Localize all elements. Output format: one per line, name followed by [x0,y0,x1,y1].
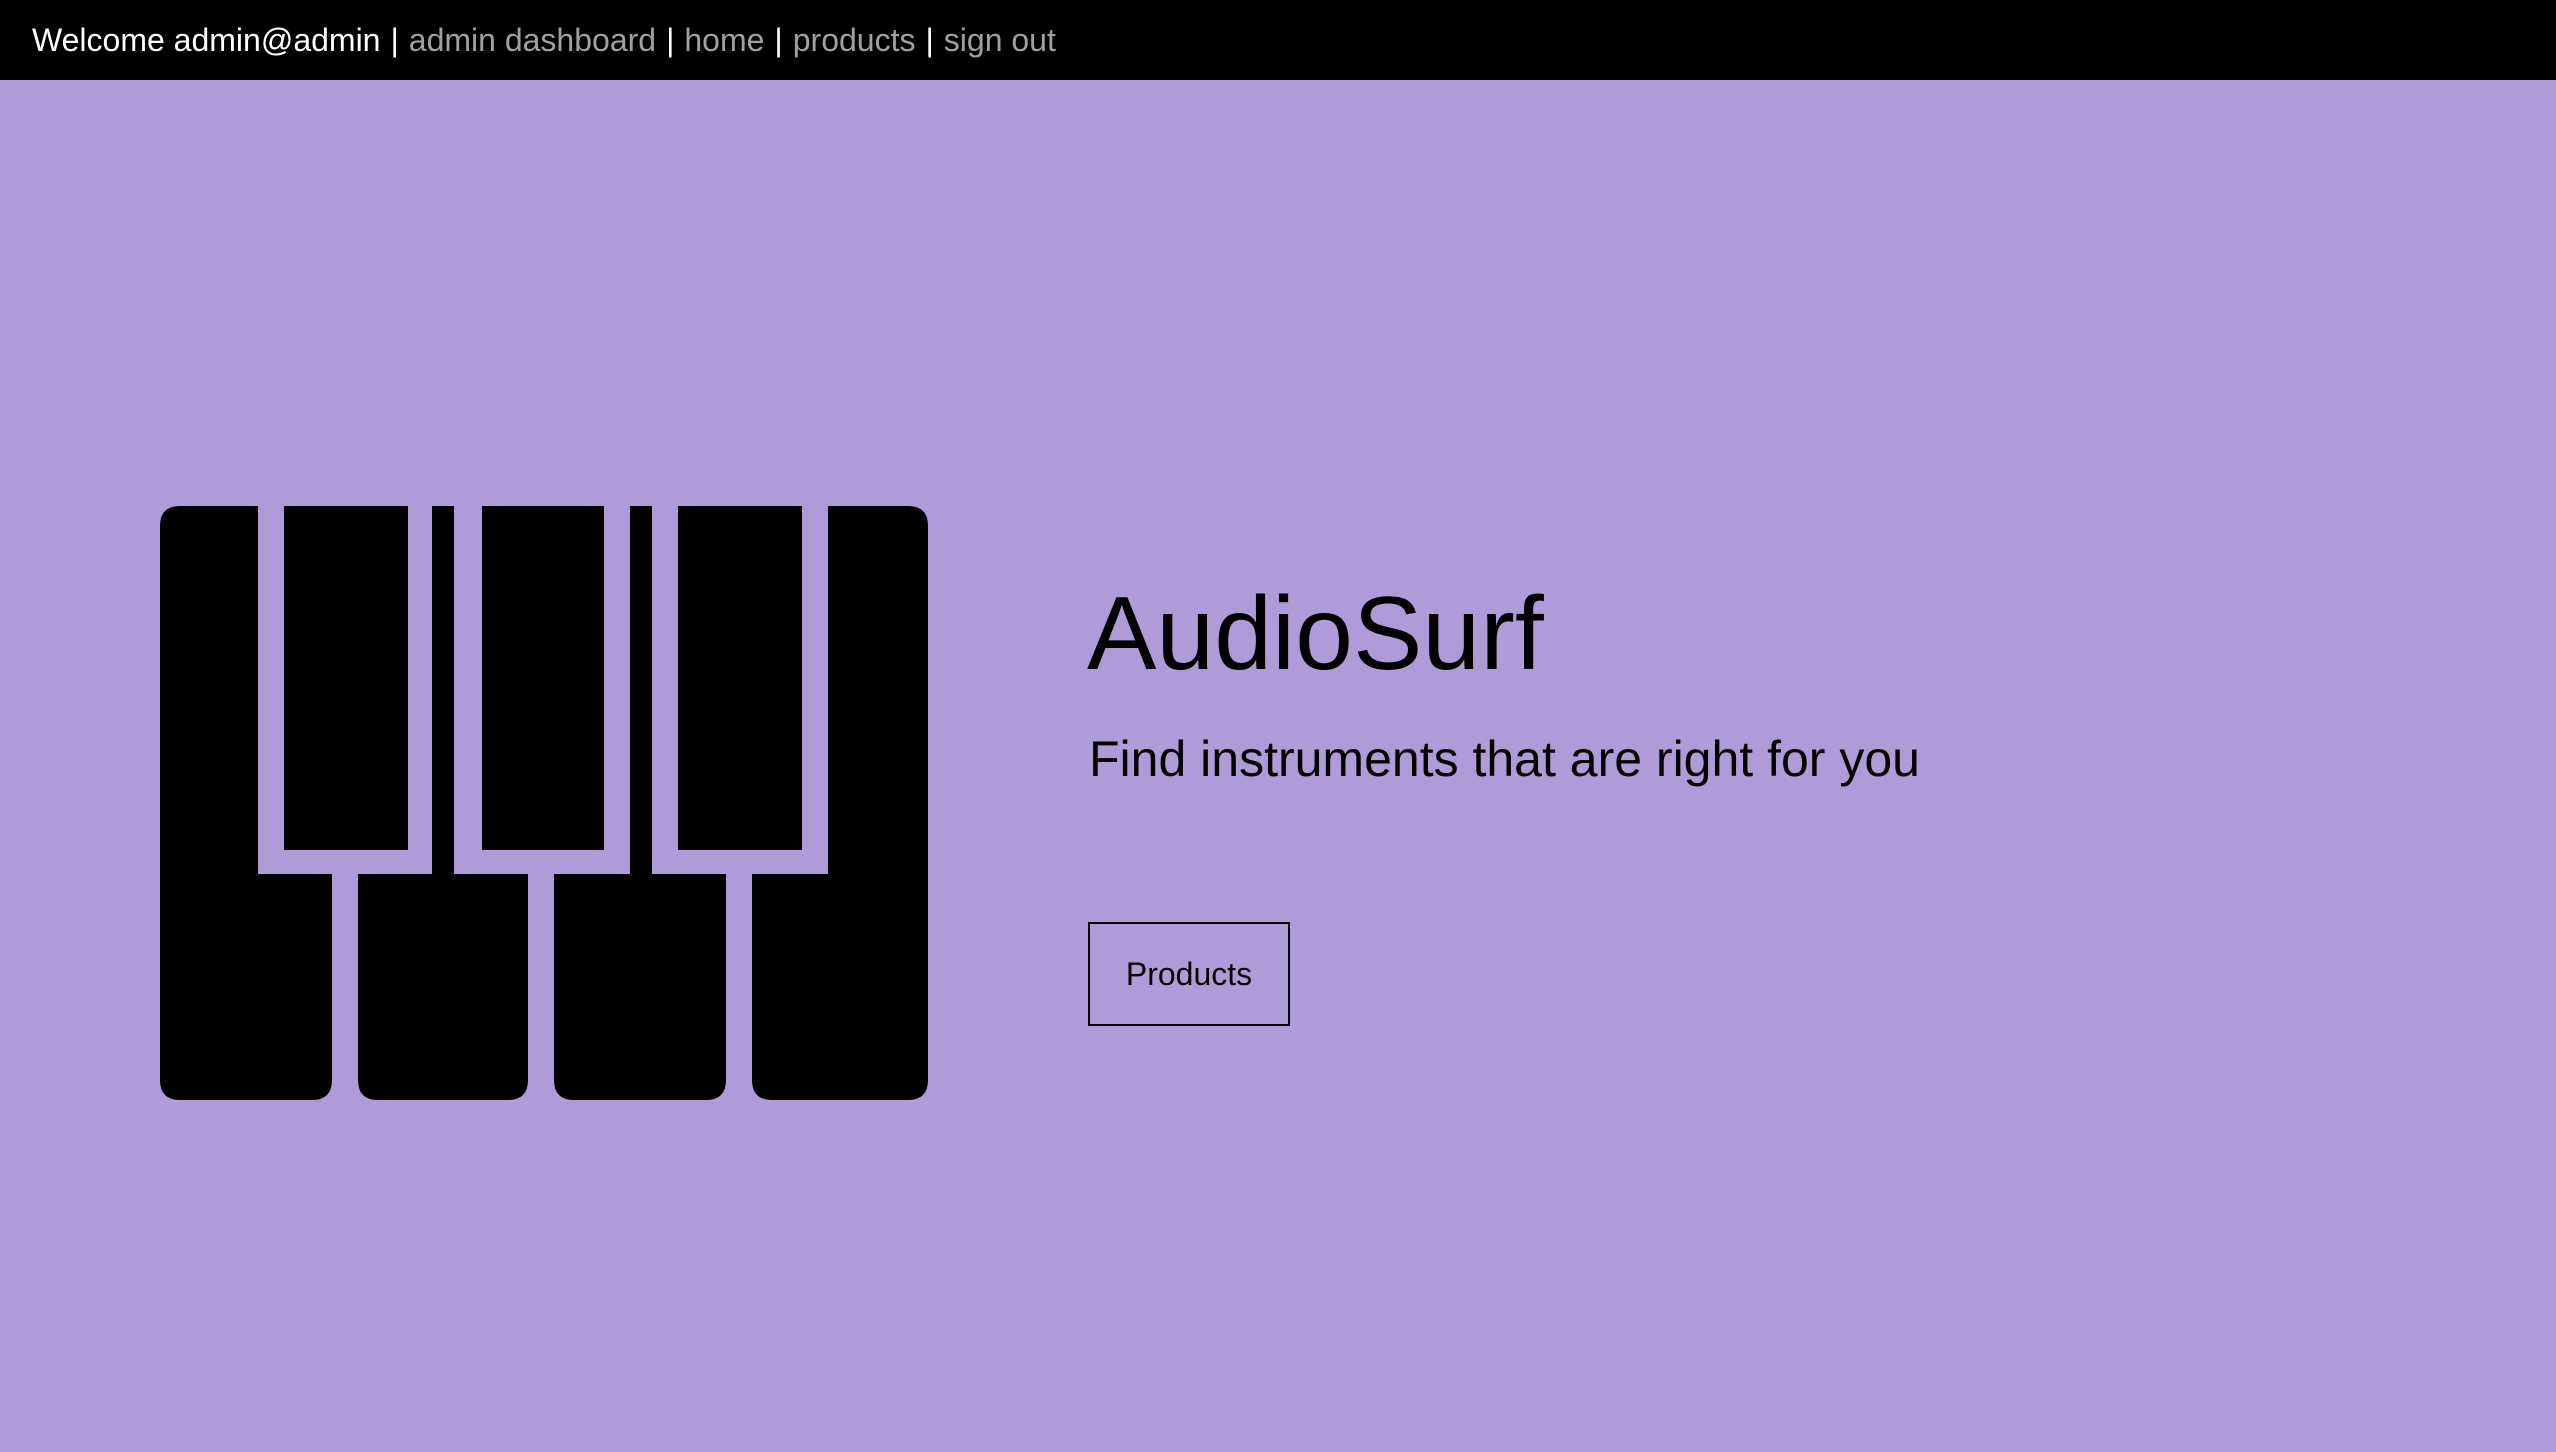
nav-link-admin-dashboard[interactable]: admin dashboard [409,22,656,59]
black-key [284,506,408,850]
black-key [678,506,802,850]
page-title: AudioSurf [1087,576,1544,692]
piano-keys-icon [160,506,928,1100]
nav-link-home[interactable]: home [684,22,764,59]
nav-separator: | [390,21,399,58]
nav-separator: | [925,21,934,58]
black-key [482,506,604,850]
nav-separator: | [666,21,675,58]
nav-link-products[interactable]: products [793,22,916,59]
top-nav-bar: Welcome admin@admin | admin dashboard | … [0,0,2556,80]
nav-separator: | [774,21,783,58]
welcome-text: Welcome admin@admin [32,21,381,58]
hero-subtitle: Find instruments that are right for you [1089,731,1920,787]
nav-link-sign-out[interactable]: sign out [944,22,1056,59]
products-button[interactable]: Products [1088,922,1290,1026]
